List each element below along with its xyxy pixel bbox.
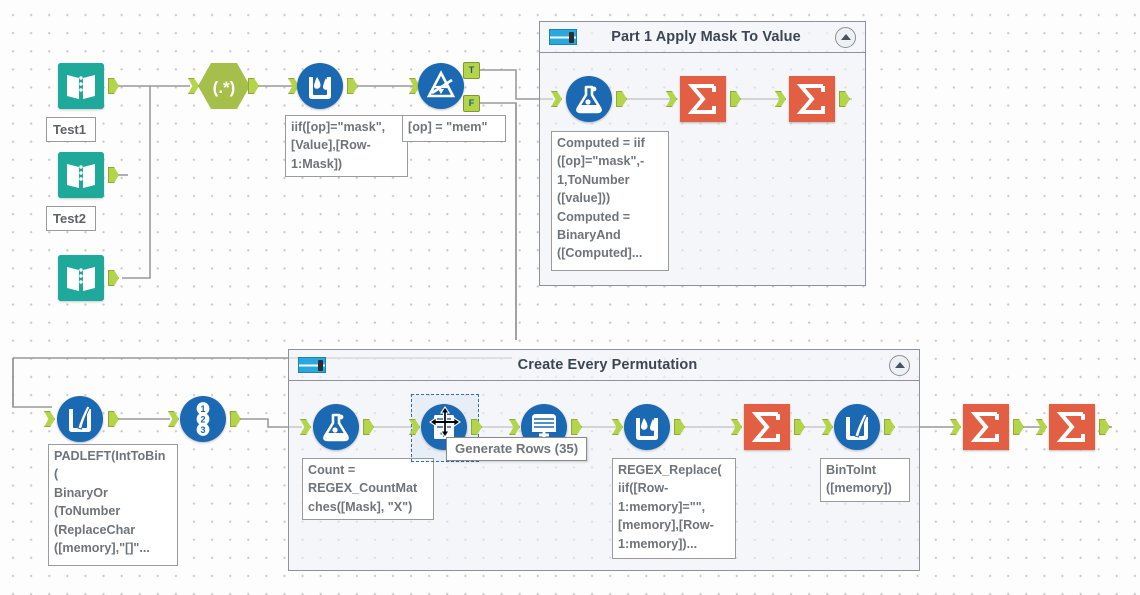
tool-label-test2: Test2 xyxy=(46,206,96,231)
workflow-canvas[interactable]: Part 1 Apply Mask To Value Create Every … xyxy=(0,0,1140,595)
collapse-toggle-button[interactable] xyxy=(889,354,910,376)
collapse-toggle-button[interactable] xyxy=(835,26,856,48)
note-regex-replace-formula: REGEX_Replace( iif([Row- 1:memory]="", [… xyxy=(612,458,736,559)
note-regex-formula: iif([op]="mask", [Value],[Row- 1:Mask]) xyxy=(285,115,408,177)
book-icon xyxy=(58,255,104,301)
tool-summarize-4[interactable] xyxy=(963,404,1009,450)
svg-text:2: 2 xyxy=(200,415,205,425)
tool-summarize-1[interactable] xyxy=(680,76,726,122)
note-padleft-formula: PADLEFT(IntToBin ( BinaryOr (ToNumber (R… xyxy=(48,444,178,566)
output-anchor[interactable] xyxy=(108,167,119,183)
tool-input-data-2[interactable] xyxy=(58,152,104,198)
tool-label-test1: Test1 xyxy=(46,117,96,142)
output-anchor[interactable] xyxy=(1099,419,1110,435)
tool-summarize-2[interactable] xyxy=(789,76,835,122)
book-icon xyxy=(58,63,104,109)
tool-formula-2[interactable] xyxy=(624,404,670,450)
filter-false-anchor[interactable]: F xyxy=(463,95,480,112)
tool-container-icon xyxy=(298,357,326,373)
tool-regex[interactable]: (.*) xyxy=(198,63,250,109)
output-anchor[interactable] xyxy=(248,78,259,94)
output-anchor[interactable] xyxy=(108,270,119,286)
filter-true-anchor[interactable]: T xyxy=(463,62,480,79)
tool-filter[interactable] xyxy=(418,63,464,109)
note-filter-expression: [op] = "mem" xyxy=(402,115,506,142)
tool-multi-field-formula-2[interactable] xyxy=(834,404,880,450)
input-anchor[interactable] xyxy=(168,411,179,427)
container-header[interactable]: Create Every Permutation xyxy=(289,350,919,381)
tool-summarize-3[interactable] xyxy=(744,404,790,450)
container-header[interactable]: Part 1 Apply Mask To Value xyxy=(540,22,865,53)
container-title: Create Every Permutation xyxy=(517,357,698,373)
tool-formula-1[interactable] xyxy=(297,63,343,109)
tool-input-data-1[interactable] xyxy=(58,63,104,109)
move-cursor xyxy=(428,405,462,444)
svg-text:3: 3 xyxy=(200,425,205,435)
note-bintoint-formula: BinToInt ([memory]) xyxy=(820,458,910,502)
output-anchor[interactable] xyxy=(108,78,119,94)
tool-input-data-3[interactable] xyxy=(58,255,104,301)
output-anchor[interactable] xyxy=(1013,419,1024,435)
tooltip-generate-rows: Generate Rows (35) xyxy=(446,437,588,461)
svg-text:1: 1 xyxy=(200,404,205,414)
output-anchor[interactable] xyxy=(108,411,119,427)
output-anchor[interactable] xyxy=(230,411,241,427)
tool-multi-field-formula-1[interactable] xyxy=(57,396,103,442)
container-title: Part 1 Apply Mask To Value xyxy=(611,29,801,45)
book-icon xyxy=(58,152,104,198)
tool-multi-row-formula-2[interactable] xyxy=(313,404,359,450)
tool-summarize-5[interactable] xyxy=(1049,404,1095,450)
note-count-formula: Count = REGEX_CountMat ches([Mask], "X") xyxy=(302,458,434,520)
tool-multi-row-formula-1[interactable] xyxy=(566,76,612,122)
svg-text:(.*): (.*) xyxy=(213,78,236,97)
input-anchor[interactable] xyxy=(950,419,961,435)
input-anchor[interactable] xyxy=(44,411,55,427)
output-anchor[interactable] xyxy=(347,78,358,94)
tool-container-icon xyxy=(549,29,577,45)
input-anchor[interactable] xyxy=(1036,419,1047,435)
note-mrf1-formula: Computed = iif ([op]="mask",- 1,ToNumber… xyxy=(551,131,669,271)
tool-record-id[interactable]: 1 2 3 xyxy=(180,396,226,442)
